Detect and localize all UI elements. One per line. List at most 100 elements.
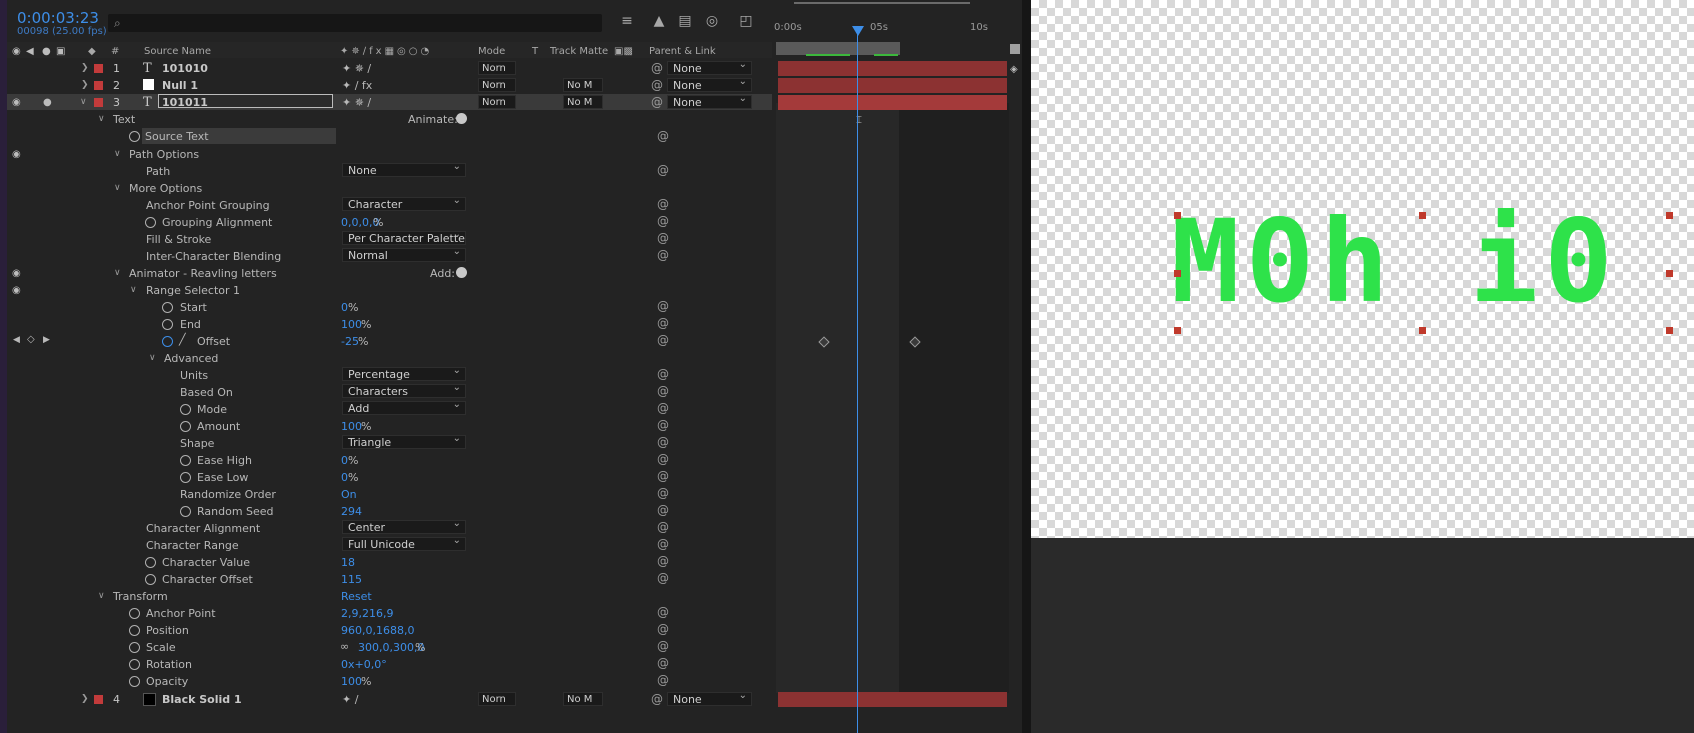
graph-icon[interactable]: ╱	[179, 333, 186, 346]
layer-label-color[interactable]	[94, 695, 103, 704]
inter-char-blending-dropdown[interactable]: Normal	[342, 245, 466, 262]
pickwhip-icon[interactable]: @	[657, 384, 669, 398]
blend-mode-dropdown[interactable]: Norn	[478, 61, 516, 75]
layer-duration-bar[interactable]	[778, 692, 1007, 707]
stopwatch-icon[interactable]	[145, 217, 156, 228]
pickwhip-icon[interactable]: @	[657, 231, 669, 245]
path-dropdown[interactable]: None	[342, 160, 466, 177]
stopwatch-icon[interactable]	[162, 319, 173, 330]
add-menu-icon[interactable]	[456, 267, 467, 278]
pickwhip-icon[interactable]: @	[657, 316, 669, 330]
blend-mode-dropdown[interactable]: Norn	[478, 78, 516, 92]
solo-dot-icon[interactable]: ●	[43, 97, 52, 108]
stopwatch-icon[interactable]	[162, 302, 173, 313]
units-dropdown[interactable]: Percentage	[342, 364, 466, 381]
expand-twirl-icon[interactable]: ❯	[81, 694, 89, 704]
track-matte-dropdown[interactable]: No M	[563, 95, 603, 109]
bounding-box-handle[interactable]	[1419, 212, 1426, 219]
layer-name[interactable]: 101011	[162, 96, 208, 109]
rotation-value[interactable]: 0x+0,0°	[341, 658, 387, 671]
pickwhip-icon[interactable]: @	[657, 673, 669, 687]
visibility-eye-icon[interactable]: ◉	[12, 268, 21, 279]
layer-label-color[interactable]	[94, 98, 103, 107]
pickwhip-icon[interactable]: @	[651, 61, 663, 75]
advanced-twirl-icon[interactable]: ∨	[149, 353, 156, 363]
layer-name[interactable]: Black Solid 1	[162, 693, 242, 706]
pickwhip-icon[interactable]: @	[657, 452, 669, 466]
pickwhip-icon[interactable]: @	[657, 129, 669, 143]
pickwhip-icon[interactable]: @	[657, 605, 669, 619]
current-time-indicator[interactable]	[852, 26, 864, 36]
stopwatch-icon[interactable]	[180, 404, 191, 415]
stopwatch-icon[interactable]	[180, 455, 191, 466]
anchor-grouping-dropdown[interactable]: Character	[342, 194, 466, 211]
layer-label-color[interactable]	[94, 64, 103, 73]
opacity-value[interactable]: 100	[341, 675, 362, 688]
pickwhip-icon[interactable]: @	[657, 367, 669, 381]
layer-switches[interactable]: ✦ ✵ ∕	[342, 62, 371, 75]
layer-duration-bar[interactable]	[778, 78, 1007, 93]
next-keyframe-icon[interactable]: ▶	[43, 335, 50, 345]
shape-dropdown[interactable]: Triangle	[342, 432, 466, 449]
layer-label-color[interactable]	[94, 81, 103, 90]
pickwhip-icon[interactable]: @	[657, 537, 669, 551]
text-group-twirl-icon[interactable]: ∨	[98, 114, 105, 124]
pickwhip-icon[interactable]: @	[657, 418, 669, 432]
blend-mode-dropdown[interactable]: Norn	[478, 692, 516, 706]
path-options-twirl-icon[interactable]: ∨	[114, 149, 121, 159]
stopwatch-icon[interactable]	[129, 642, 140, 653]
pickwhip-icon[interactable]: @	[657, 656, 669, 670]
blend-mode-dropdown[interactable]: Norn	[478, 95, 516, 109]
based-on-dropdown[interactable]: Characters	[342, 381, 466, 398]
layer-duration-bar-selected[interactable]	[778, 95, 1007, 110]
pickwhip-icon[interactable]: @	[657, 197, 669, 211]
layer-name[interactable]: 101010	[162, 62, 208, 75]
column-source-name[interactable]: Source Name	[144, 46, 211, 57]
stopwatch-icon[interactable]	[180, 472, 191, 483]
stopwatch-icon[interactable]	[145, 574, 156, 585]
stopwatch-icon[interactable]	[145, 557, 156, 568]
offset-value[interactable]: -25	[341, 335, 359, 348]
prop-source-text[interactable]: Source Text	[145, 130, 209, 143]
parent-dropdown[interactable]: None	[667, 689, 752, 706]
layer-switches[interactable]: ✦ ∕ fx	[342, 79, 372, 92]
randomize-order-value[interactable]: On	[341, 488, 357, 501]
visibility-eye-icon[interactable]: ◉	[12, 149, 21, 160]
pickwhip-icon[interactable]: @	[657, 333, 669, 347]
layer-switches[interactable]: ✦ ✵ ∕	[342, 96, 371, 109]
composition-text[interactable]: M0h i0	[1171, 195, 1694, 328]
stopwatch-icon[interactable]	[129, 131, 140, 142]
pickwhip-icon[interactable]: @	[657, 554, 669, 568]
timeline-end-marker[interactable]	[1010, 44, 1020, 54]
layer-name[interactable]: Null 1	[162, 79, 198, 92]
pickwhip-icon[interactable]: @	[657, 639, 669, 653]
expand-twirl-icon[interactable]: ❯	[81, 63, 89, 73]
ease-low-value[interactable]: 0	[341, 471, 348, 484]
bounding-box-handle[interactable]	[1174, 270, 1181, 277]
collapse-twirl-icon[interactable]: ∨	[80, 97, 87, 107]
visibility-eye-icon[interactable]: ◉	[12, 97, 21, 108]
pickwhip-icon[interactable]: @	[657, 401, 669, 415]
anchor-point-value[interactable]: 2,9,216,9	[341, 607, 393, 620]
stopwatch-icon[interactable]	[129, 625, 140, 636]
prop-animator[interactable]: Animator - Reavling letters	[129, 267, 277, 280]
panel-splitter[interactable]	[1022, 0, 1031, 733]
current-time-indicator-line[interactable]	[857, 34, 858, 733]
character-range-dropdown[interactable]: Full Unicode	[342, 534, 466, 551]
prop-range-selector[interactable]: Range Selector 1	[146, 284, 240, 297]
character-alignment-dropdown[interactable]: Center	[342, 517, 466, 534]
bounding-box-handle[interactable]	[1666, 327, 1673, 334]
track-matte-dropdown[interactable]: No M	[563, 78, 603, 92]
frame-blending-icon[interactable]: ▤	[676, 13, 694, 29]
range-selector-twirl-icon[interactable]: ∨	[130, 285, 137, 295]
bounding-box-handle[interactable]	[1666, 270, 1673, 277]
animate-menu-icon[interactable]	[456, 113, 467, 124]
start-value[interactable]: 0	[341, 301, 348, 314]
ease-high-value[interactable]: 0	[341, 454, 348, 467]
pickwhip-icon[interactable]: @	[657, 214, 669, 228]
constrain-proportions-icon[interactable]: ∞	[340, 640, 349, 653]
pickwhip-icon[interactable]: @	[657, 435, 669, 449]
bounding-box-handle[interactable]	[1174, 327, 1181, 334]
animator-twirl-icon[interactable]: ∨	[114, 268, 121, 278]
reset-link[interactable]: Reset	[341, 590, 372, 603]
